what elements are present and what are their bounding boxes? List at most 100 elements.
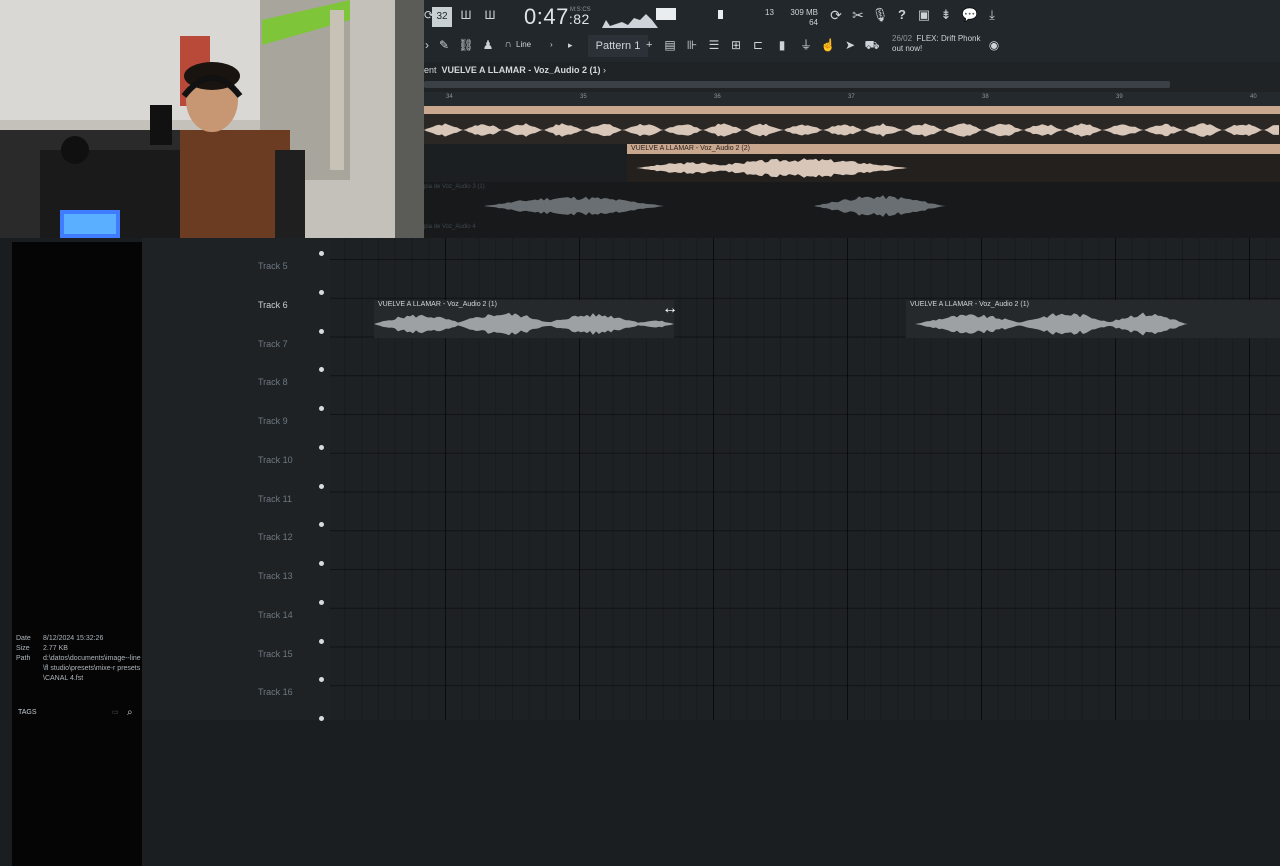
track-label[interactable]: Track 13 [258, 571, 293, 581]
left-arrow-icon[interactable]: › [424, 34, 430, 56]
track-enable-dot[interactable] [319, 406, 324, 411]
pattern-prev-icon[interactable]: ▸ [568, 34, 573, 56]
track-label[interactable]: Track 15 [258, 649, 293, 659]
track-enable-dot[interactable] [319, 638, 324, 644]
stamp-icon[interactable]: ♟ [480, 34, 496, 56]
piano-roll-icon[interactable]: ⊪ [684, 34, 700, 56]
main-toolbar: ⟳ 32 Ш Ш 0:47:82 M:S:CS 13 309 MB 64 ⟳ ✂ … [424, 0, 1280, 63]
touch-icon[interactable]: ☝ [820, 34, 836, 56]
date-value: 8/12/2024 15:32:26 [43, 635, 104, 642]
browser-icon[interactable]: ⊏ [750, 34, 766, 56]
track-label[interactable]: Track 12 [258, 532, 293, 542]
chat-icon[interactable]: 💬 [960, 4, 980, 26]
mode-icon[interactable]: ⟳ [424, 4, 434, 26]
audio-clip[interactable]: VUELVE A LLAMAR - Voz_Audio 2 (1) [906, 300, 1280, 338]
download-icon[interactable]: ⤓ [982, 4, 1002, 26]
track-enable-dot[interactable] [319, 367, 324, 373]
size-key: Size [16, 645, 30, 652]
paint-icon[interactable]: ✎ [436, 34, 452, 56]
help-icon[interactable]: ? [892, 4, 912, 26]
track-enable-dot[interactable] [319, 561, 324, 566]
tags-bar[interactable]: TAGS ▭ ⌕ [0, 706, 142, 720]
channel-rack-icon[interactable]: ☰ [706, 34, 722, 56]
track-label[interactable]: Track 6 [258, 300, 288, 310]
track-enable-dot[interactable] [319, 483, 324, 489]
mixer-icon[interactable]: ⇟ [936, 4, 956, 26]
playlist-grid[interactable]: VUELVE A LLAMAR - Voz_Audio 2 (1) VUELVE… [330, 238, 1280, 720]
horizontal-scrollbar[interactable] [424, 78, 1280, 92]
track-label[interactable]: Track 7 [258, 339, 288, 349]
track-label[interactable]: Track 11 [258, 494, 292, 504]
track-enable-dot[interactable] [319, 522, 324, 528]
lane-1[interactable] [424, 106, 1280, 144]
breadcrumb-title[interactable]: VUELVE A LLAMAR - Voz_Audio 2 (1) [442, 65, 601, 75]
mixer-window-icon[interactable]: ⊞ [728, 34, 744, 56]
lane-3-waveform [424, 195, 1279, 217]
news-date: 26/02 [892, 34, 913, 43]
track-enable-dot[interactable] [319, 677, 324, 683]
tags-label: TAGS [18, 709, 37, 716]
snap-arrow-icon[interactable]: › [550, 34, 553, 56]
master-volume-knob[interactable] [656, 8, 676, 20]
clip-2-label[interactable]: VUELVE A LLAMAR - Voz_Audio 2 (2) [627, 144, 1280, 154]
pattern-song-icon[interactable]: Ш [480, 4, 500, 26]
track-enable-dot[interactable] [319, 444, 324, 450]
clip-label: VUELVE A LLAMAR - Voz_Audio 2 (1) [910, 301, 1029, 308]
bar-38: 38 [982, 94, 989, 100]
webcam-image [0, 0, 424, 238]
news-sub: out now! [892, 44, 923, 53]
breadcrumb: ent VUELVE A LLAMAR - Voz_Audio 2 (1) › [424, 62, 1280, 78]
hint-icon[interactable]: ➤ [842, 34, 858, 56]
shop-icon[interactable]: ⛟ [864, 34, 880, 56]
clip-waveform [906, 312, 1278, 336]
news-panel[interactable]: 26/02 FLEX: Drift Phonk out now! [892, 34, 981, 54]
bar-35: 35 [580, 94, 587, 100]
add-pattern-icon[interactable]: + [646, 34, 652, 56]
lane-2[interactable]: VUELVE A LLAMAR - Voz_Audio 2 (2) [424, 144, 1280, 182]
track-label[interactable]: Track 8 [258, 377, 288, 387]
path-key: Path [16, 655, 31, 662]
lane-1-waveform [424, 123, 1279, 137]
track-enable-dot[interactable] [319, 328, 324, 334]
ghost-label-3: pia de Voz_Audio 3 (1) [424, 184, 485, 190]
audio-clip[interactable]: VUELVE A LLAMAR - Voz_Audio 2 (1) [374, 300, 674, 338]
track-enable-dot[interactable] [319, 716, 324, 721]
timeline-ruler[interactable]: 34 35 36 37 38 39 40 [424, 92, 1280, 106]
lane-1-header[interactable] [424, 106, 1280, 114]
folder-icon[interactable]: ▭ [112, 706, 119, 720]
undo-icon[interactable]: ⟳ [826, 4, 846, 26]
lane-3[interactable]: pia de Voz_Audio 3 (1) [424, 182, 1280, 220]
track-label[interactable]: Track 9 [258, 416, 288, 426]
track-label[interactable]: Track 5 [258, 261, 288, 271]
time-main: 0:47 [524, 4, 569, 29]
playlist-icon[interactable]: ▤ [662, 34, 678, 56]
search-icon[interactable]: ⌕ [127, 706, 133, 720]
track-label[interactable]: Track 14 [258, 610, 293, 620]
track-label[interactable]: Track 16 [258, 687, 293, 697]
magnet-icon[interactable]: ∩ [502, 34, 514, 56]
upper-lanes: VUELVE A LLAMAR - Voz_Audio 2 (2) pia de… [424, 106, 1280, 246]
track-enable-dot[interactable] [319, 289, 324, 295]
typing-keyboard-icon[interactable]: 32 [432, 7, 452, 27]
breadcrumb-arrow[interactable]: › [603, 65, 606, 75]
track-enable-dot[interactable] [319, 251, 324, 256]
snap-select[interactable]: Line [516, 34, 531, 56]
bar-36: 36 [714, 94, 721, 100]
pattern-selector[interactable]: Pattern 1 [588, 35, 648, 57]
save-icon[interactable]: ▣ [914, 4, 934, 26]
track-headers: Track 5 Track 6 Track 7 Track 8 Track 9 Track… [142, 238, 330, 721]
link-icon[interactable]: ⛓ [458, 34, 474, 56]
path-value: d:\datos\documents\image--line\fl studio… [43, 655, 141, 682]
audio-clip-2[interactable]: VUELVE A LLAMAR - Voz_Audio 2 (2) [627, 144, 1280, 182]
mic-icon[interactable]: 🎙 [870, 4, 890, 26]
track-enable-dot[interactable] [319, 599, 324, 605]
scrollbar-thumb[interactable] [424, 81, 1170, 88]
globe-icon[interactable]: ◉ [986, 34, 1002, 56]
cut-icon[interactable]: ✂ [848, 4, 868, 26]
project-icon[interactable]: ▮ [774, 34, 790, 56]
step-icon[interactable]: Ш [456, 4, 476, 26]
tempo-slider[interactable] [718, 10, 723, 19]
track-label[interactable]: Track 10 [258, 455, 293, 465]
plugin-icon[interactable]: ⏚ [798, 34, 814, 56]
bar-39: 39 [1116, 94, 1123, 100]
